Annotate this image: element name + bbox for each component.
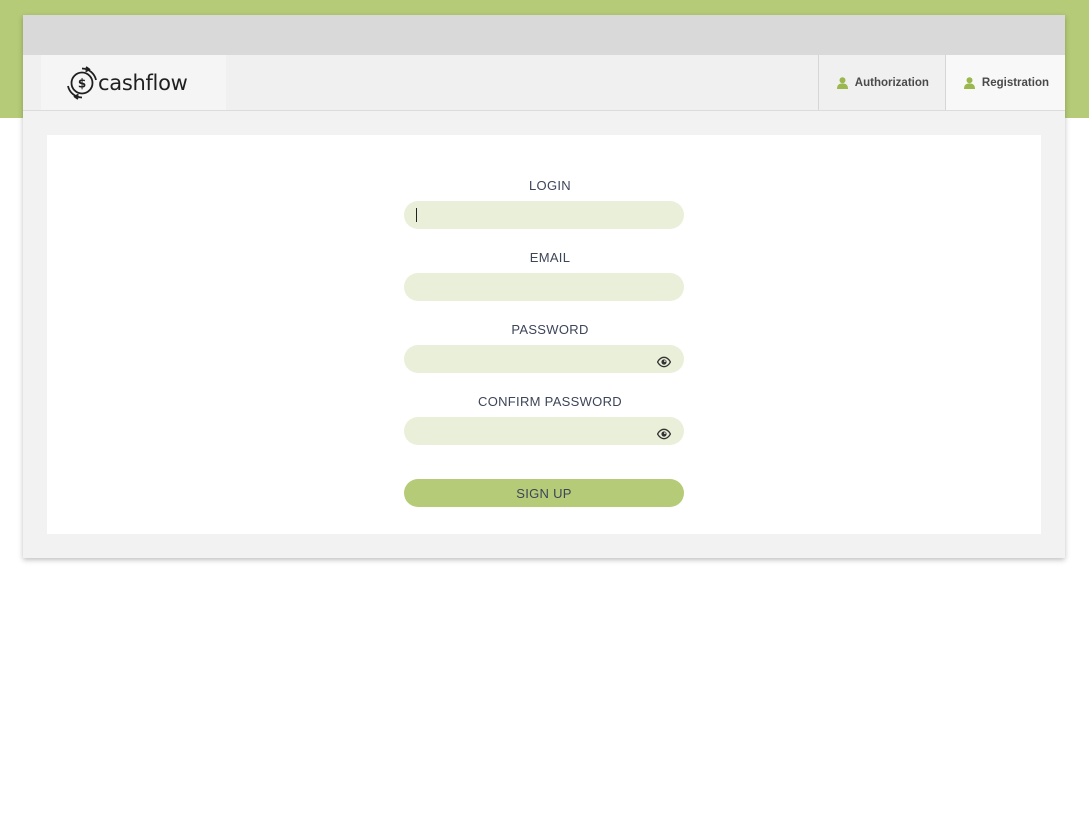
app-window: $ cashflow Authorization Registration LO… — [23, 15, 1065, 558]
confirm-password-field-wrapper — [404, 417, 684, 445]
login-label: LOGIN — [529, 178, 571, 193]
nav-item-registration[interactable]: Registration — [944, 55, 1065, 110]
registration-form: LOGIN EMAIL PASSWORD CONFIRM PASSWORD SI… — [404, 179, 684, 507]
user-icon — [963, 76, 975, 89]
nav-item-authorization[interactable]: Authorization — [817, 55, 945, 110]
nav-item-label: Authorization — [854, 76, 929, 89]
dollar-circle-arrows-icon: $ — [67, 65, 97, 100]
sign-up-button[interactable]: SIGN UP — [404, 479, 684, 507]
confirm-password-label: CONFIRM PASSWORD — [478, 394, 622, 409]
email-input[interactable] — [404, 273, 684, 301]
site-header: $ cashflow Authorization Registration — [23, 55, 1065, 111]
password-input[interactable] — [404, 345, 684, 373]
nav-item-label: Registration — [981, 76, 1049, 89]
email-field-wrapper — [404, 273, 684, 301]
brand-logo[interactable]: $ cashflow — [41, 55, 226, 110]
login-input[interactable] — [404, 201, 684, 229]
confirm-password-input[interactable] — [404, 417, 684, 445]
svg-text:$: $ — [78, 76, 86, 90]
login-field-wrapper — [404, 201, 684, 229]
password-field-wrapper — [404, 345, 684, 373]
eye-icon[interactable] — [656, 425, 672, 440]
password-label: PASSWORD — [511, 322, 589, 337]
text-cursor — [416, 208, 417, 222]
user-icon — [836, 76, 848, 89]
registration-card: LOGIN EMAIL PASSWORD CONFIRM PASSWORD SI… — [47, 135, 1041, 534]
top-bar — [23, 15, 1065, 55]
eye-icon[interactable] — [656, 353, 672, 368]
email-label: EMAIL — [529, 250, 571, 265]
top-nav: Authorization Registration — [817, 55, 1065, 110]
brand-name: cashflow — [98, 70, 188, 95]
